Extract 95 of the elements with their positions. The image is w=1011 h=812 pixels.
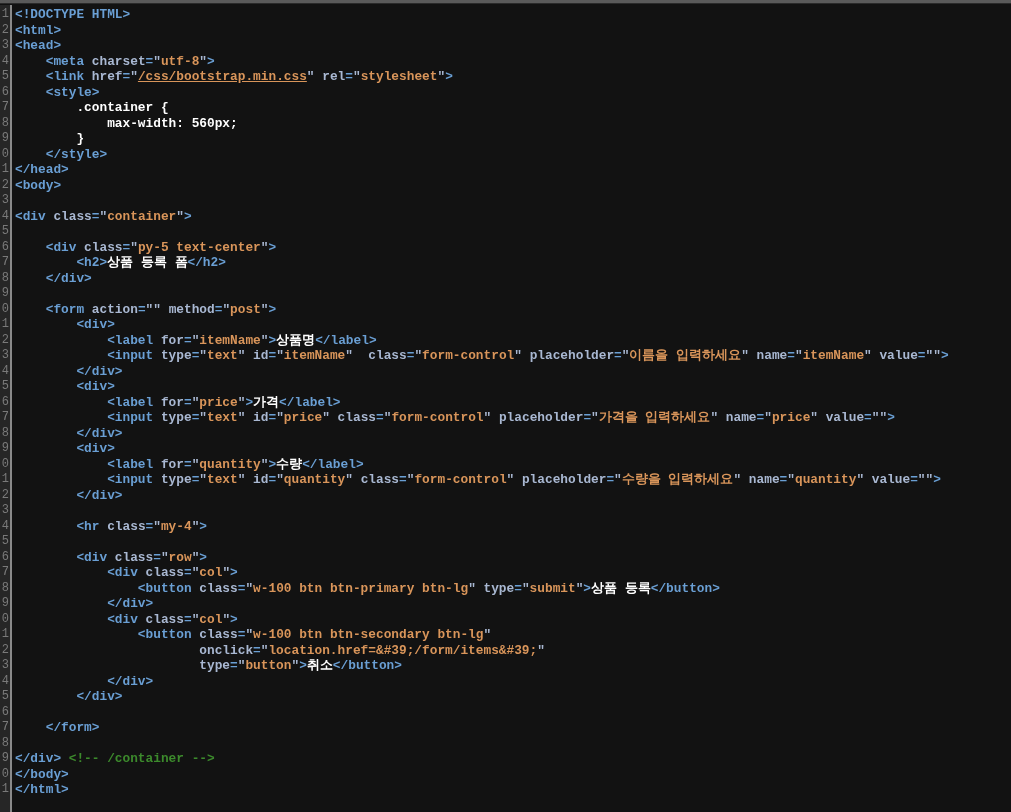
code-line: <input type="text" id="quantity" class="form-control" placeholder="수량을 입력하세요" name="quantity" value="">	[106, 472, 941, 487]
line-number: 2	[0, 177, 10, 193]
code-line: <div class="row">	[75, 549, 208, 565]
line-number: 3	[0, 193, 10, 209]
line-number: 2	[0, 332, 10, 348]
line-number: 4	[0, 363, 10, 379]
code-line: </div>	[106, 596, 154, 611]
line-number: 1	[0, 782, 10, 798]
line-number: 1	[0, 472, 10, 488]
line-number: 2	[0, 642, 10, 658]
line-number: 3	[0, 38, 10, 54]
line-number: 9	[0, 131, 10, 147]
code-line: type="button">취소</button>	[198, 658, 402, 673]
code-line: <h2>상품 등록 폼</h2>	[75, 255, 226, 270]
line-number: 7	[0, 565, 10, 581]
line-number: 2	[0, 22, 10, 38]
code-line: max-width: 560px;	[106, 115, 238, 131]
code-line: </div>	[75, 425, 123, 441]
code-line: <head>	[15, 38, 62, 53]
code-line: <html>	[15, 22, 62, 38]
line-number: 6	[0, 704, 10, 720]
code-line: <meta charset="utf-8">	[44, 53, 215, 69]
code-line: </html>	[15, 782, 69, 797]
code-line: .container {	[75, 100, 169, 115]
code-line: <!DOCTYPE HTML>	[15, 7, 131, 22]
line-number: 0	[0, 611, 10, 627]
line-number: 8	[0, 115, 10, 131]
code-line: </div>	[106, 673, 154, 689]
code-line: <div class="col">	[106, 565, 238, 580]
line-number: 6	[0, 84, 10, 100]
line-number: 5	[0, 534, 10, 550]
code-line: <div>	[75, 441, 115, 456]
line-number: 0	[0, 456, 10, 472]
line-number: 6	[0, 239, 10, 255]
line-number: 6	[0, 549, 10, 565]
line-number: 0	[0, 301, 10, 317]
code-line: </div>	[75, 363, 123, 379]
line-number: 5	[0, 224, 10, 240]
code-line: </div>	[75, 487, 123, 503]
line-number: 7	[0, 410, 10, 426]
line-number: 4	[0, 208, 10, 224]
code-line: </div>	[75, 689, 123, 704]
code-line: <input type="text" id="price" class="form-control" placeholder="가격을 입력하세요" name="price" value="">	[106, 410, 895, 425]
line-number: 9	[0, 441, 10, 457]
code-line: </div>	[44, 270, 92, 286]
code-line: </body>	[15, 766, 69, 782]
code-line: <button class="w-100 btn btn-secondary btn-lg"	[136, 627, 492, 642]
code-line: <div class="container">	[15, 208, 192, 224]
code-line: <label for="itemName">상품명</label>	[106, 332, 377, 348]
line-number: 8	[0, 425, 10, 441]
code-line: <label for="price">가격</label>	[106, 394, 341, 410]
line-number: 1	[0, 317, 10, 333]
code-line: <style>	[44, 84, 100, 100]
line-number: 8	[0, 735, 10, 751]
code-line: <div class="col">	[106, 611, 238, 627]
line-number: 1	[0, 627, 10, 643]
line-number: 8	[0, 270, 10, 286]
line-number: 3	[0, 658, 10, 674]
code-line: </style>	[44, 146, 108, 162]
line-number: 7	[0, 720, 10, 736]
line-number: 3	[0, 503, 10, 519]
line-number: 5	[0, 689, 10, 705]
code-line: </form>	[44, 720, 100, 735]
line-number: 7	[0, 255, 10, 271]
code-line: <div class="py-5 text-center">	[44, 239, 277, 255]
code-line: <button class="w-100 btn btn-primary btn-lg" type="submit">상품 등록</button>	[136, 580, 720, 596]
code-line: </div> <!-- /container -->	[15, 751, 215, 766]
code-line: <form action="" method="post">	[44, 301, 277, 317]
line-number: 9	[0, 751, 10, 767]
line-number: 1	[0, 162, 10, 178]
line-number: 4	[0, 518, 10, 534]
line-number: 9	[0, 286, 10, 302]
code-line: }	[75, 131, 85, 146]
line-number: 6	[0, 394, 10, 410]
line-number: 2	[0, 487, 10, 503]
line-number: 0	[0, 766, 10, 782]
code-line: onclick="location.href=&#39;/form/items&#39;"	[198, 642, 545, 658]
code-line: <hr class="my-4">	[75, 518, 208, 534]
line-number: 1	[0, 7, 10, 23]
code-line: <div>	[75, 317, 115, 332]
line-number: 3	[0, 348, 10, 364]
line-number: 0	[0, 146, 10, 162]
line-number: 7	[0, 100, 10, 116]
line-number: 5	[0, 69, 10, 85]
line-number: 9	[0, 596, 10, 612]
line-number: 8	[0, 580, 10, 596]
code-line: </head>	[15, 162, 69, 177]
line-number: 4	[0, 53, 10, 69]
code-line: <div>	[75, 379, 115, 394]
line-number: 5	[0, 379, 10, 395]
code-line: <body>	[15, 177, 62, 193]
code-line: <input type="text" id="itemName" class="form-control" placeholder="이름을 입력하세요" name="itemName" value="">	[106, 348, 949, 363]
code-line: <link href="/css/bootstrap.min.css" rel="stylesheet">	[44, 69, 453, 84]
line-number: 4	[0, 673, 10, 689]
code-line: <label for="quantity">수량</label>	[106, 456, 364, 472]
